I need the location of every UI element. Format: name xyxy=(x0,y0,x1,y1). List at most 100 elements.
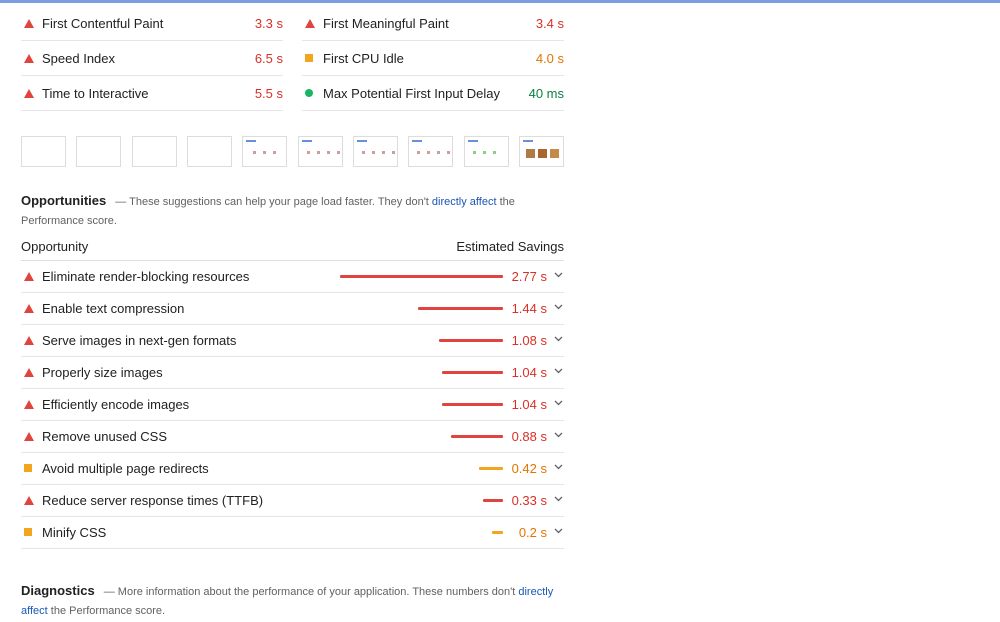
savings-value: 0.42 s xyxy=(511,461,547,476)
fail-triangle-icon xyxy=(24,400,34,409)
opportunity-row[interactable]: Avoid multiple page redirects 0.42 s xyxy=(21,453,564,485)
opportunity-label: Efficiently encode images xyxy=(42,397,190,412)
opportunity-row[interactable]: Reduce server response times (TTFB) 0.33 … xyxy=(21,485,564,517)
pass-circle-icon xyxy=(305,89,313,97)
metric-max-potential-fid: Max Potential First Input Delay 40 ms xyxy=(302,76,564,111)
savings-bar xyxy=(439,339,503,342)
filmstrip-frame xyxy=(298,136,343,167)
opportunity-row[interactable]: Efficiently encode images 1.04 s xyxy=(21,389,564,421)
average-square-icon xyxy=(24,464,32,472)
filmstrip-frame xyxy=(76,136,121,167)
filmstrip xyxy=(21,136,564,168)
fail-triangle-icon xyxy=(24,272,34,281)
chevron-down-icon[interactable] xyxy=(553,396,564,410)
metric-value: 3.4 s xyxy=(535,16,564,31)
chevron-down-icon[interactable] xyxy=(553,268,564,282)
metric-speed-index: Speed Index 6.5 s xyxy=(21,41,283,76)
opportunity-row[interactable]: Properly size images 1.04 s xyxy=(21,357,564,389)
metric-value: 6.5 s xyxy=(254,51,283,66)
opportunity-label: Serve images in next-gen formats xyxy=(42,333,237,348)
savings-bar xyxy=(479,467,503,470)
metric-label: First CPU Idle xyxy=(323,51,404,66)
filmstrip-frame xyxy=(464,136,509,167)
average-square-icon xyxy=(305,54,313,62)
metric-value: 5.5 s xyxy=(254,86,283,101)
chevron-down-icon[interactable] xyxy=(553,460,564,474)
metric-first-cpu-idle: First CPU Idle 4.0 s xyxy=(302,41,564,76)
metric-first-contentful-paint: First Contentful Paint 3.3 s xyxy=(21,6,283,41)
filmstrip-frame xyxy=(353,136,398,167)
average-square-icon xyxy=(24,528,32,536)
report-content: First Contentful Paint 3.3 s First Meani… xyxy=(21,6,564,617)
filmstrip-frame xyxy=(187,136,232,167)
opportunity-row[interactable]: Remove unused CSS 0.88 s xyxy=(21,421,564,453)
fail-triangle-icon xyxy=(305,19,315,28)
opportunity-label: Avoid multiple page redirects xyxy=(42,461,209,476)
opportunities-desc: — These suggestions can help your page l… xyxy=(115,196,432,208)
opportunity-row[interactable]: Eliminate render-blocking resources 2.77 … xyxy=(21,261,564,293)
directly-affect-link[interactable]: directly affect xyxy=(432,196,497,208)
filmstrip-frame xyxy=(408,136,453,167)
fail-triangle-icon xyxy=(24,89,34,98)
fail-triangle-icon xyxy=(24,304,34,313)
chevron-down-icon[interactable] xyxy=(553,428,564,442)
chevron-down-icon[interactable] xyxy=(553,364,564,378)
opportunity-label: Eliminate render-blocking resources xyxy=(42,269,250,284)
opportunity-label: Minify CSS xyxy=(42,525,107,540)
metric-value: 40 ms xyxy=(528,86,564,101)
opportunity-label: Enable text compression xyxy=(42,301,185,316)
opportunity-label: Remove unused CSS xyxy=(42,429,168,444)
fail-triangle-icon xyxy=(24,432,34,441)
top-border xyxy=(0,0,1000,3)
opportunity-row[interactable]: Minify CSS 0.2 s xyxy=(21,517,564,549)
fail-triangle-icon xyxy=(24,19,34,28)
column-opportunity: Opportunity xyxy=(21,239,89,254)
diagnostics-title: Diagnostics xyxy=(21,583,95,598)
savings-value: 0.2 s xyxy=(518,525,547,540)
savings-value: 2.77 s xyxy=(511,269,547,284)
opportunities-title: Opportunities xyxy=(21,193,107,208)
savings-value: 1.04 s xyxy=(511,365,547,380)
savings-value: 1.08 s xyxy=(511,333,547,348)
filmstrip-frame xyxy=(242,136,287,167)
metric-label: First Contentful Paint xyxy=(42,16,164,31)
chevron-down-icon[interactable] xyxy=(553,332,564,346)
metric-first-meaningful-paint: First Meaningful Paint 3.4 s xyxy=(302,6,564,41)
opportunities-table-header: Opportunity Estimated Savings xyxy=(21,236,564,261)
metric-label: First Meaningful Paint xyxy=(323,16,449,31)
opportunities-header: Opportunities — These suggestions can he… xyxy=(21,191,564,231)
diagnostics-desc: — More information about the performance… xyxy=(103,586,519,598)
opportunity-label: Properly size images xyxy=(42,365,163,380)
chevron-down-icon[interactable] xyxy=(553,524,564,538)
diagnostics-desc-suffix: the Performance score. xyxy=(47,605,166,617)
metric-value: 3.3 s xyxy=(254,16,283,31)
metrics-grid: First Contentful Paint 3.3 s First Meani… xyxy=(21,6,564,111)
metric-label: Max Potential First Input Delay xyxy=(323,86,501,101)
savings-bar xyxy=(418,307,503,310)
metric-label: Time to Interactive xyxy=(42,86,149,101)
column-estimated-savings: Estimated Savings xyxy=(456,239,564,254)
savings-bar xyxy=(483,499,503,502)
opportunity-row[interactable]: Enable text compression 1.44 s xyxy=(21,293,564,325)
chevron-down-icon[interactable] xyxy=(553,300,564,314)
fail-triangle-icon xyxy=(24,336,34,345)
fail-triangle-icon xyxy=(24,54,34,63)
fail-triangle-icon xyxy=(24,368,34,377)
opportunities-list: Eliminate render-blocking resources 2.77 … xyxy=(21,261,564,549)
diagnostics-header: Diagnostics — More information about the… xyxy=(21,581,564,621)
savings-value: 1.04 s xyxy=(511,397,547,412)
opportunity-row[interactable]: Serve images in next-gen formats 1.08 s xyxy=(21,325,564,357)
savings-bar xyxy=(442,403,503,406)
savings-bar xyxy=(340,275,503,278)
fail-triangle-icon xyxy=(24,496,34,505)
filmstrip-frame xyxy=(132,136,177,167)
savings-value: 0.88 s xyxy=(511,429,547,444)
metric-value: 4.0 s xyxy=(535,51,564,66)
opportunity-label: Reduce server response times (TTFB) xyxy=(42,493,264,508)
savings-value: 0.33 s xyxy=(511,493,547,508)
savings-bar xyxy=(451,435,503,438)
chevron-down-icon[interactable] xyxy=(553,492,564,506)
metric-label: Speed Index xyxy=(42,51,116,66)
metric-time-to-interactive: Time to Interactive 5.5 s xyxy=(21,76,283,111)
savings-bar xyxy=(492,531,503,534)
